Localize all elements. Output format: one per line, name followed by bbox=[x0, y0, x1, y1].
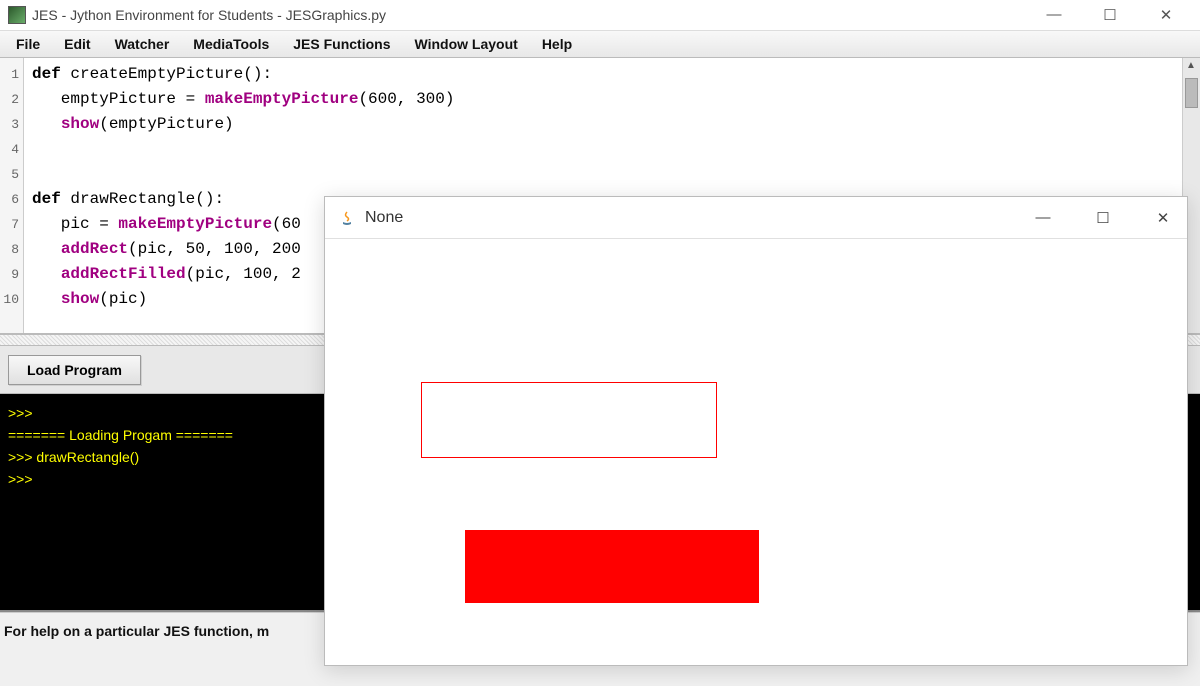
console-line: ======= Loading Progam ======= bbox=[8, 427, 233, 443]
app-icon bbox=[8, 6, 26, 24]
line-number: 5 bbox=[0, 162, 19, 187]
graphics-window: None — ☐ ✕ bbox=[324, 196, 1188, 666]
menu-help[interactable]: Help bbox=[530, 32, 584, 56]
menu-edit[interactable]: Edit bbox=[52, 32, 102, 56]
menu-mediatools[interactable]: MediaTools bbox=[181, 32, 281, 56]
line-number: 3 bbox=[0, 112, 19, 137]
menu-file[interactable]: File bbox=[4, 32, 52, 56]
console-line: >>> bbox=[8, 471, 36, 487]
graphics-canvas bbox=[325, 239, 1187, 665]
line-number: 6 bbox=[0, 187, 19, 212]
status-text: For help on a particular JES function, m bbox=[4, 623, 269, 639]
load-program-button[interactable]: Load Program bbox=[8, 355, 141, 385]
window-controls: — ☐ ✕ bbox=[1040, 6, 1192, 24]
line-number: 4 bbox=[0, 137, 19, 162]
menu-jes-functions[interactable]: JES Functions bbox=[281, 32, 402, 56]
filled-rectangle bbox=[465, 530, 759, 603]
menu-watcher[interactable]: Watcher bbox=[103, 32, 182, 56]
menu-window-layout[interactable]: Window Layout bbox=[403, 32, 530, 56]
line-number: 9 bbox=[0, 262, 19, 287]
maximize-button[interactable]: ☐ bbox=[1096, 6, 1124, 24]
scroll-up-icon[interactable]: ▲ bbox=[1186, 60, 1196, 71]
popup-title: None bbox=[365, 209, 1031, 227]
line-number: 10 bbox=[0, 287, 19, 312]
line-number: 8 bbox=[0, 237, 19, 262]
popup-maximize-button[interactable]: ☐ bbox=[1091, 209, 1115, 227]
popup-close-button[interactable]: ✕ bbox=[1151, 209, 1175, 227]
menu-bar: File Edit Watcher MediaTools JES Functio… bbox=[0, 30, 1200, 58]
console-line: >>> bbox=[8, 405, 36, 421]
line-number: 7 bbox=[0, 212, 19, 237]
java-icon bbox=[337, 208, 357, 228]
line-number: 1 bbox=[0, 62, 19, 87]
minimize-button[interactable]: — bbox=[1040, 6, 1068, 24]
close-button[interactable]: ✕ bbox=[1152, 6, 1180, 24]
line-number-gutter: 1 2 3 4 5 6 7 8 9 10 bbox=[0, 58, 24, 333]
outline-rectangle bbox=[421, 382, 717, 458]
console-line: >>> drawRectangle() bbox=[8, 449, 139, 465]
main-title-bar: JES - Jython Environment for Students - … bbox=[0, 0, 1200, 30]
popup-window-controls: — ☐ ✕ bbox=[1031, 209, 1175, 227]
popup-title-bar: None — ☐ ✕ bbox=[325, 197, 1187, 239]
line-number: 2 bbox=[0, 87, 19, 112]
scrollbar-thumb[interactable] bbox=[1185, 78, 1198, 108]
window-title: JES - Jython Environment for Students - … bbox=[32, 7, 1040, 23]
popup-minimize-button[interactable]: — bbox=[1031, 209, 1055, 227]
